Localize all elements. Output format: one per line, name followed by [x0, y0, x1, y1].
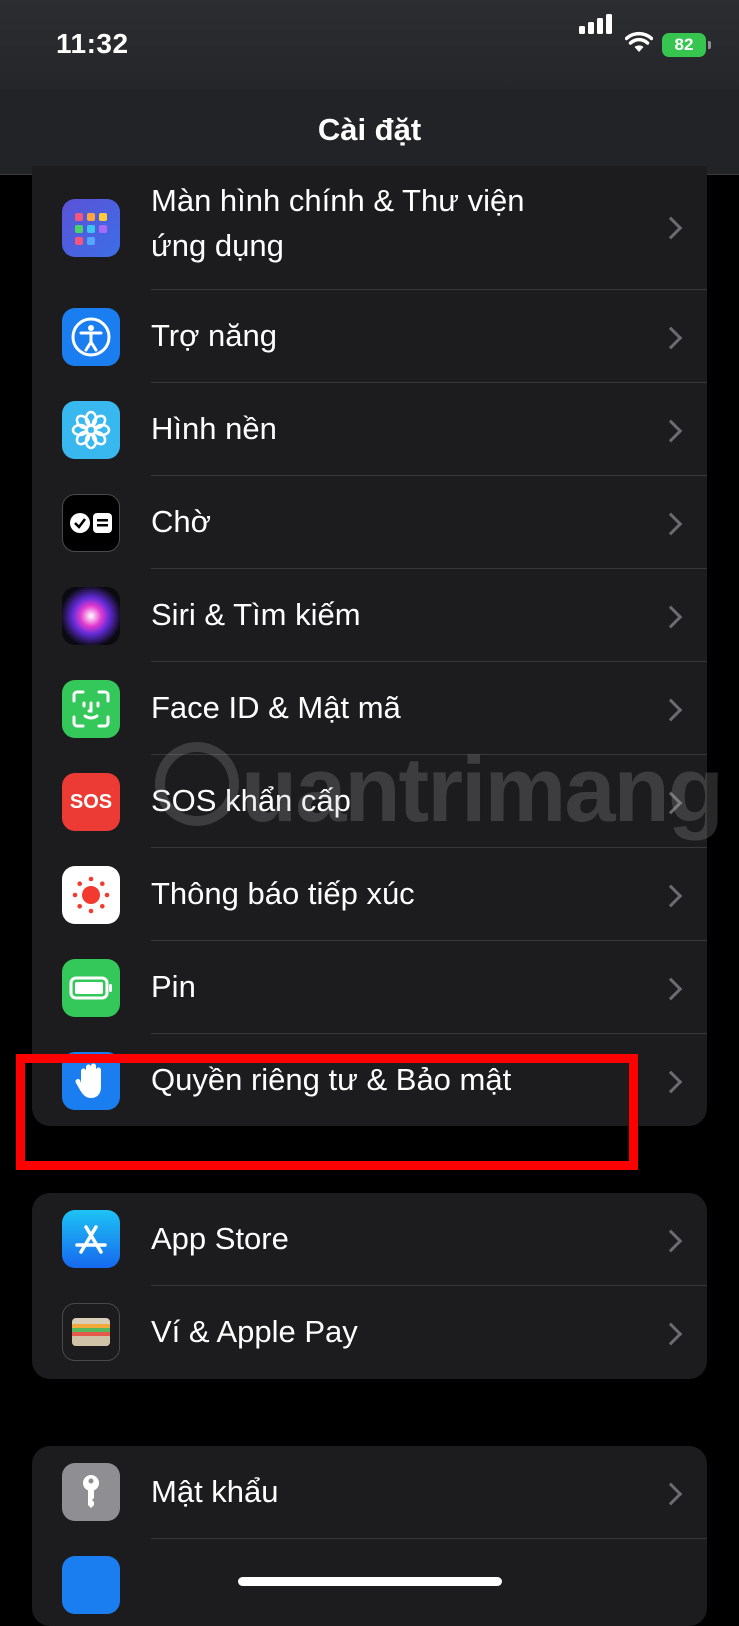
- row-label: Mật khẩu: [151, 1474, 279, 1509]
- watermark: uantrimang: [155, 738, 724, 843]
- page-title: Cài đặt: [317, 112, 422, 147]
- sos-icon-text: SOS: [69, 790, 113, 813]
- status-bar: 11:32 82: [0, 0, 739, 90]
- row-app-store[interactable]: App Store: [32, 1193, 707, 1286]
- navigation-bar: Cài đặt: [0, 90, 739, 175]
- row-label: Face ID & Mật mã: [151, 690, 401, 725]
- row-label: Ví & Apple Pay: [151, 1314, 358, 1349]
- chevron-right-icon: [659, 1229, 683, 1253]
- settings-group-2: App Store Ví & Apple Pay: [32, 1193, 707, 1379]
- wallpaper-flower-icon: [62, 401, 120, 459]
- row-label: Hình nền: [151, 411, 277, 446]
- chevron-right-icon: [659, 419, 683, 443]
- chevron-right-icon: [659, 216, 683, 240]
- home-screen-grid-icon: [62, 199, 120, 257]
- exposure-notification-icon: [62, 866, 120, 924]
- chevron-right-icon: [659, 698, 683, 722]
- row-standby[interactable]: Chờ: [32, 476, 707, 569]
- row-accessibility[interactable]: Trợ năng: [32, 290, 707, 383]
- row-label: Siri & Tìm kiếm: [151, 597, 361, 632]
- chevron-right-icon: [659, 884, 683, 908]
- wifi-icon: [625, 31, 653, 52]
- row-exposure-notifications[interactable]: Thông báo tiếp xúc: [32, 848, 707, 941]
- watermark-text: uantrimang: [241, 739, 724, 841]
- row-label: Chờ: [151, 504, 211, 539]
- status-time: 11:32: [56, 28, 129, 59]
- standby-icon: [62, 494, 120, 552]
- row-home-screen[interactable]: Màn hình chính & Thư viện ứng dụng: [32, 166, 707, 290]
- row-label: Pin: [151, 969, 196, 1004]
- battery-level: 82: [674, 35, 694, 54]
- face-id-icon: [62, 680, 120, 738]
- settings-group-3: Mật khẩu: [32, 1446, 707, 1626]
- battery-icon: [62, 959, 120, 1017]
- chevron-right-icon: [659, 1322, 683, 1346]
- row-battery[interactable]: Pin: [32, 941, 707, 1034]
- row-wallpaper[interactable]: Hình nền: [32, 383, 707, 476]
- chevron-right-icon: [659, 605, 683, 629]
- row-label: Thông báo tiếp xúc: [151, 876, 415, 911]
- accessibility-icon: [62, 308, 120, 366]
- wallet-icon: [62, 1303, 120, 1361]
- partial-app-icon: [62, 1556, 120, 1614]
- row-label: App Store: [151, 1221, 289, 1256]
- sos-icon: SOS: [62, 773, 120, 831]
- row-label: Trợ năng: [151, 318, 278, 353]
- chevron-right-icon: [659, 1070, 683, 1094]
- row-label: Màn hình chính & Thư viện ứng dụng: [151, 178, 524, 268]
- key-icon: [62, 1463, 120, 1521]
- siri-icon: [62, 587, 120, 645]
- home-indicator[interactable]: [238, 1577, 502, 1586]
- battery-indicator: 82: [662, 33, 711, 57]
- row-label-line1: Màn hình chính & Thư viện: [151, 183, 525, 218]
- row-label-line2: ứng dụng: [151, 228, 284, 263]
- chevron-right-icon: [659, 326, 683, 350]
- app-store-icon: [62, 1210, 120, 1268]
- row-passwords[interactable]: Mật khẩu: [32, 1446, 707, 1539]
- row-privacy-security[interactable]: Quyền riêng tư & Bảo mật: [32, 1034, 707, 1126]
- row-siri-search[interactable]: Siri & Tìm kiếm: [32, 569, 707, 662]
- privacy-hand-icon: [62, 1052, 120, 1110]
- row-wallet-apple-pay[interactable]: Ví & Apple Pay: [32, 1286, 707, 1379]
- row-label: Quyền riêng tư & Bảo mật: [151, 1062, 512, 1097]
- chevron-right-icon: [659, 1482, 683, 1506]
- chevron-right-icon: [659, 977, 683, 1001]
- chevron-right-icon: [659, 512, 683, 536]
- settings-group-1: Màn hình chính & Thư viện ứng dụng Trợ n…: [32, 166, 707, 1126]
